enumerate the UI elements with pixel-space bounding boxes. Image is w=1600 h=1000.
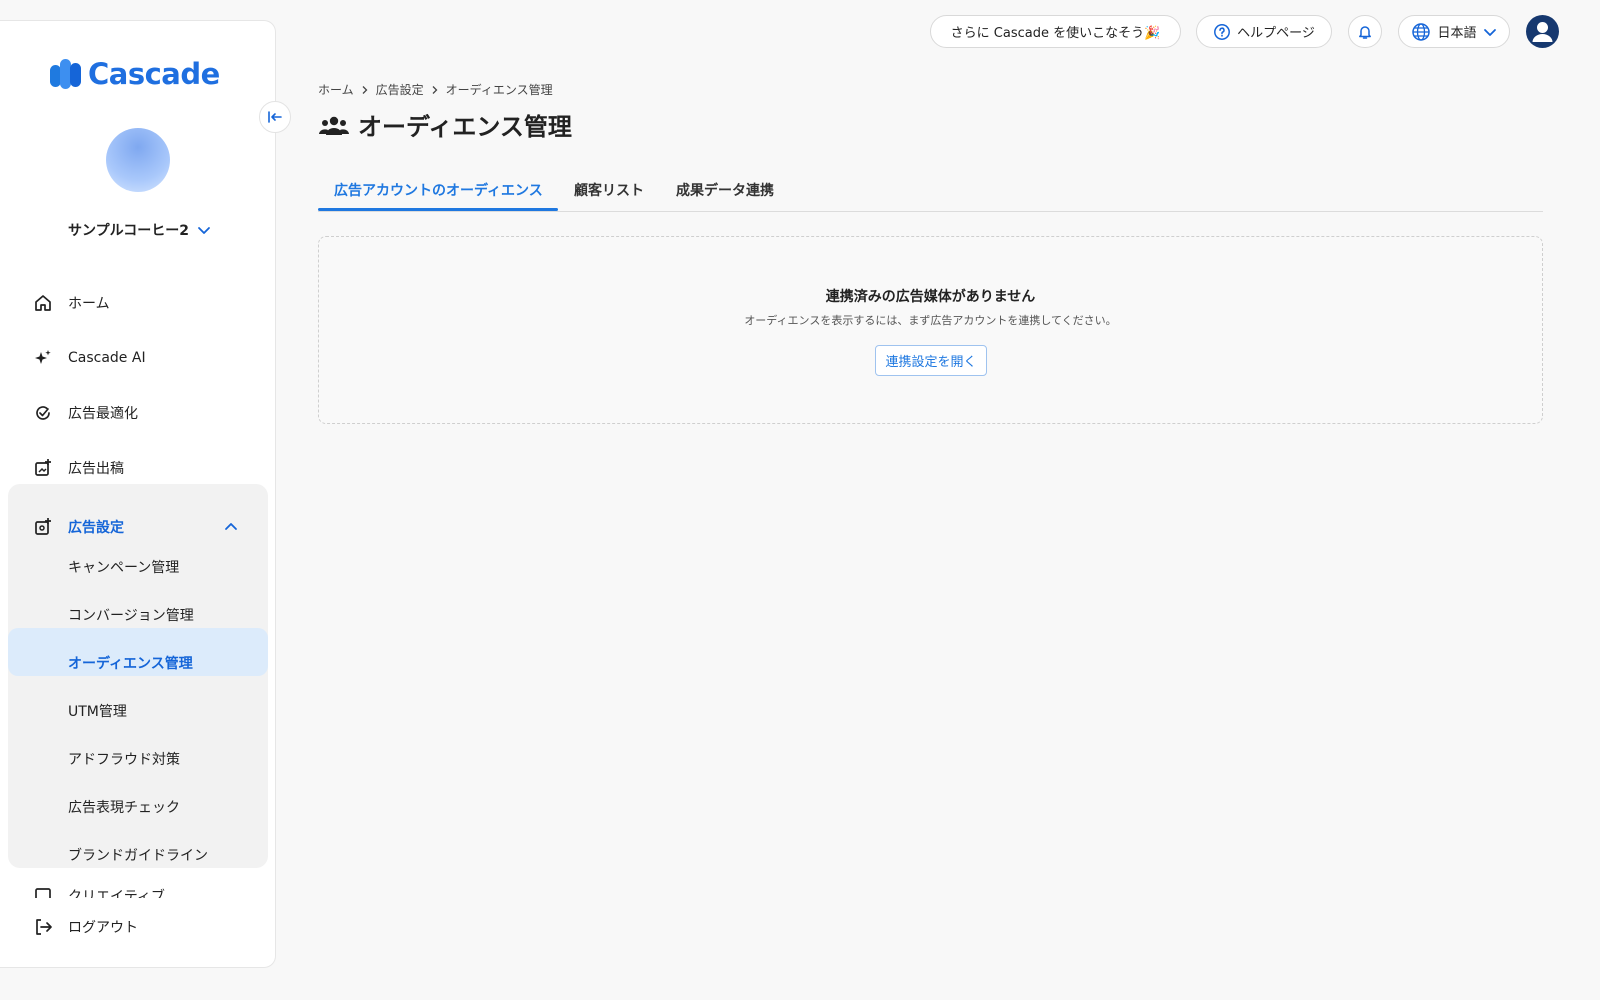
logout-label: ログアウト <box>68 920 138 936</box>
sidebar-group-header[interactable]: 広告設定 <box>0 505 275 549</box>
cascade-logo-icon <box>50 59 82 89</box>
sidebar-item-label: クリエイティブ <box>68 889 165 898</box>
logout-button[interactable]: ログアウト <box>0 899 275 955</box>
open-integration-settings-button[interactable]: 連携設定を開く <box>875 345 987 376</box>
sidebar-item-label: ホーム <box>68 296 110 312</box>
sidebar-item-label: Cascade AI <box>68 350 146 366</box>
language-selector[interactable]: 日本語 <box>1398 15 1510 48</box>
help-icon <box>1214 23 1231 40</box>
ad-post-icon <box>35 459 51 476</box>
breadcrumb: ホーム 広告設定 オーディエンス管理 <box>318 81 553 98</box>
ad-settings-icon <box>35 518 51 535</box>
optimize-icon <box>36 406 50 420</box>
sidebar-item-ad-optimize[interactable]: 広告最適化 <box>0 391 275 435</box>
sidebar-item-label: 広告最適化 <box>68 406 138 422</box>
audience-icon <box>319 116 349 135</box>
sidebar-item-cascade-ai[interactable]: Cascade AI <box>0 336 275 380</box>
creative-icon <box>35 888 51 898</box>
sidebar-item-creative[interactable]: クリエイティブ <box>0 884 275 898</box>
empty-state-title: 連携済みの広告媒体がありません <box>825 289 1036 305</box>
tab-ad-account-audience[interactable]: 広告アカウントのオーディエンス <box>334 180 543 200</box>
globe-icon <box>1412 22 1431 41</box>
sidebar-subitem-audience[interactable]: オーディエンス管理 <box>68 653 193 673</box>
sidebar-subitem-utm[interactable]: UTM管理 <box>68 701 127 721</box>
chevron-up-icon <box>225 523 237 530</box>
breadcrumb-ad-settings[interactable]: 広告設定 <box>376 81 424 98</box>
user-icon <box>1526 15 1559 48</box>
user-avatar[interactable] <box>1526 15 1559 48</box>
promo-button[interactable]: さらに Cascade を使いこなそう🎉 <box>930 15 1181 48</box>
sidebar-subitem-conversion[interactable]: コンバージョン管理 <box>68 605 194 625</box>
chevron-down-icon <box>1483 28 1496 36</box>
tab-customer-list[interactable]: 顧客リスト <box>574 180 644 200</box>
chevron-right-icon <box>362 85 368 94</box>
breadcrumb-current: オーディエンス管理 <box>445 83 553 97</box>
notification-button[interactable] <box>1348 15 1382 48</box>
language-label: 日本語 <box>1437 26 1477 41</box>
sidebar-item-label: 広告出稿 <box>68 461 124 477</box>
sidebar-item-home[interactable]: ホーム <box>0 281 275 325</box>
sidebar: Cascade サンプルコーヒー2 ホーム Cascade AI 広告最適化 広… <box>0 20 276 968</box>
active-tab-indicator <box>318 208 558 211</box>
page-title: オーディエンス管理 <box>318 107 572 142</box>
tab-bar: 広告アカウントのオーディエンス 顧客リスト 成果データ連携 <box>318 170 1543 212</box>
help-page-button[interactable]: ヘルプページ <box>1196 15 1332 48</box>
sidebar-subitem-campaign[interactable]: キャンペーン管理 <box>68 557 179 577</box>
sidebar-subitem-ad-fraud[interactable]: アドフラウド対策 <box>68 749 180 769</box>
org-avatar[interactable] <box>106 128 170 192</box>
collapse-left-icon <box>268 111 282 123</box>
breadcrumb-home[interactable]: ホーム <box>318 81 354 98</box>
org-switcher[interactable]: サンプルコーヒー2 <box>68 220 211 240</box>
empty-state-description: オーディエンスを表示するには、まず広告アカウントを連携してください。 <box>744 314 1117 327</box>
empty-state: 連携済みの広告媒体がありません オーディエンスを表示するには、まず広告アカウント… <box>318 236 1543 424</box>
sidebar-collapse-button[interactable] <box>259 101 291 133</box>
cascade-logo[interactable]: Cascade <box>50 57 220 91</box>
page-title-text: オーディエンス管理 <box>358 113 572 141</box>
org-name: サンプルコーヒー2 <box>68 223 190 239</box>
sparkle-icon <box>35 350 51 364</box>
tab-conversion-data[interactable]: 成果データ連携 <box>676 180 774 200</box>
home-icon <box>35 295 51 311</box>
logo-text: Cascade <box>88 57 220 91</box>
sidebar-subitem-ad-expression[interactable]: 広告表現チェック <box>68 797 180 817</box>
chevron-right-icon <box>432 85 438 94</box>
chevron-down-icon <box>198 227 210 234</box>
bell-icon <box>1359 25 1371 39</box>
logout-icon <box>36 919 52 935</box>
sidebar-group-label: 広告設定 <box>68 520 124 536</box>
promo-label: さらに Cascade を使いこなそう🎉 <box>950 26 1161 41</box>
help-label: ヘルプページ <box>1237 26 1315 41</box>
sidebar-subitem-brand-guideline[interactable]: ブランドガイドライン <box>68 845 208 865</box>
